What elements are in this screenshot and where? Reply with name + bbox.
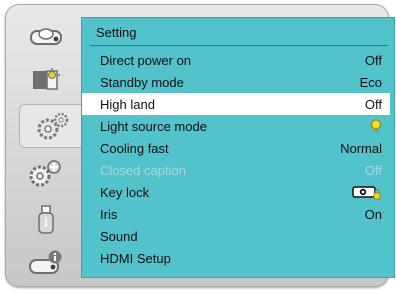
title-divider: [90, 45, 388, 46]
menu-row-direct-power-on[interactable]: Direct power on Off: [82, 49, 390, 71]
sidebar-item-picture[interactable]: [17, 62, 75, 98]
row-label: Direct power on: [100, 52, 192, 68]
row-label: Light source mode: [100, 118, 207, 134]
row-label: High land: [100, 96, 155, 112]
row-label: Standby mode: [100, 74, 184, 90]
expanded-setting-icon: [29, 160, 61, 187]
menu-frame: Setting Direct power on Off Standby mode…: [5, 4, 395, 287]
row-label: Closed caption: [100, 162, 186, 178]
sidebar-item-memory-viewer[interactable]: [17, 202, 75, 238]
information-icon: [29, 250, 62, 274]
sidebar-item-information[interactable]: [17, 246, 75, 282]
row-label: Cooling fast: [100, 140, 169, 156]
bulb-icon: [371, 119, 381, 132]
row-value: On: [364, 206, 382, 222]
row-label: Iris: [100, 206, 118, 222]
menu-row-cooling-fast[interactable]: Cooling fast Normal: [82, 137, 390, 159]
sidebar-item-expanded-setting[interactable]: [17, 154, 75, 190]
row-label: Key lock: [100, 184, 150, 200]
menu-row-closed-caption: Closed caption Off: [82, 159, 390, 181]
row-value: Normal: [340, 140, 382, 156]
usb-memory-icon: [38, 205, 54, 234]
menu-sidebar: [15, 12, 87, 282]
sidebar-item-setting[interactable]: [19, 104, 87, 148]
picture-adjust-icon: [33, 68, 60, 90]
menu-row-key-lock[interactable]: Key lock: [82, 181, 390, 203]
menu-row-light-source-mode[interactable]: Light source mode: [82, 115, 390, 137]
row-value: Off: [364, 96, 382, 112]
setting-panel: Setting Direct power on Off Standby mode…: [81, 17, 395, 278]
menu-row-high-land[interactable]: High land Off: [82, 93, 390, 115]
projector-lock-icon: [352, 186, 381, 200]
menu-row-hdmi-setup[interactable]: HDMI Setup: [82, 247, 390, 269]
display-icon: [30, 28, 62, 45]
row-value: Off: [364, 52, 382, 68]
row-value: [352, 184, 382, 200]
row-label: HDMI Setup: [100, 250, 171, 266]
setting-gears-icon: [37, 112, 69, 140]
row-value: Off: [364, 162, 382, 178]
panel-title: Setting: [96, 25, 137, 40]
menu-row-sound[interactable]: Sound: [82, 225, 390, 247]
menu-row-standby-mode[interactable]: Standby mode Eco: [82, 71, 390, 93]
menu-row-iris[interactable]: Iris On: [82, 203, 390, 225]
row-label: Sound: [100, 228, 138, 244]
row-value: [370, 119, 382, 133]
sidebar-item-display[interactable]: [17, 18, 75, 54]
row-value: Eco: [359, 74, 382, 90]
